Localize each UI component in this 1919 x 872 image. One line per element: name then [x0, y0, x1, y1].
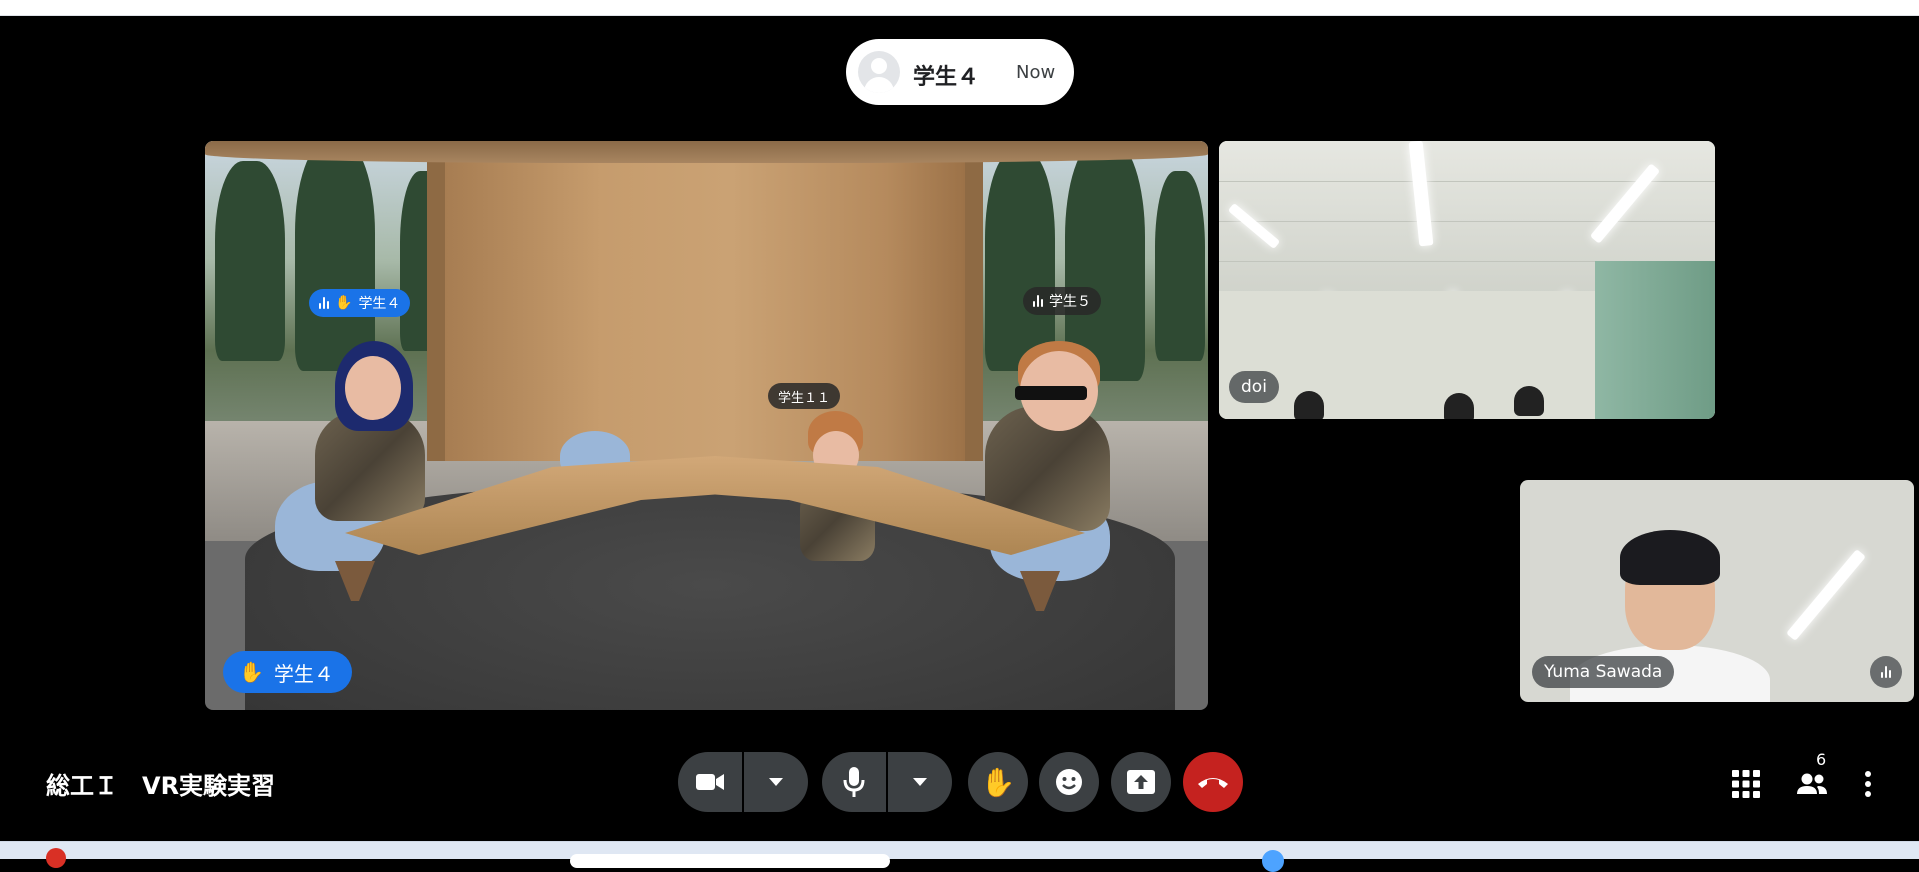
- ceiling-line: [1219, 221, 1715, 222]
- self-name-chip: Yuma Sawada: [1532, 656, 1675, 688]
- hand-icon: ✋: [335, 295, 353, 311]
- active-speaker-name: 学生４: [913, 65, 980, 90]
- camera-options-button[interactable]: [744, 752, 808, 812]
- avatar: [858, 51, 900, 93]
- taskbar-search[interactable]: [570, 854, 890, 868]
- tree-decoration: [295, 141, 375, 371]
- vr-label-name: 学生１１: [778, 390, 831, 406]
- camera-icon: [696, 774, 724, 790]
- mic-icon: [843, 767, 865, 797]
- person-silhouette: [1444, 393, 1474, 419]
- grid-icon: [1732, 770, 1760, 798]
- active-speaker-time: Now: [1016, 62, 1056, 83]
- present-button[interactable]: [1111, 752, 1171, 812]
- notification-icon: [46, 848, 66, 868]
- hand-icon: ✋: [239, 660, 264, 684]
- ceiling-lamp: [1786, 549, 1866, 641]
- mic-button[interactable]: [822, 752, 886, 812]
- vr-label-name: 学生４: [358, 296, 401, 312]
- people-count-badge: 6: [1812, 750, 1831, 769]
- chevron-down-icon: [913, 778, 927, 786]
- vr-label-student5: 学生５: [1023, 287, 1101, 315]
- raised-hand-name: 学生４: [273, 661, 334, 686]
- vr-wooden-wall: [427, 141, 983, 461]
- mic-options-button[interactable]: [888, 752, 952, 812]
- participant-tile-doi[interactable]: doi: [1219, 141, 1715, 419]
- taskbar-app-icon[interactable]: [1262, 850, 1284, 872]
- tree-decoration: [1155, 171, 1205, 361]
- person-silhouette: [1514, 386, 1544, 416]
- raised-hand-badge: ✋ 学生４: [223, 651, 352, 693]
- avatar-student4-head: [345, 356, 401, 420]
- active-speaker-pill: 学生４ Now: [846, 39, 1074, 105]
- audio-level-icon[interactable]: [1870, 656, 1902, 688]
- participant-name-chip: doi: [1229, 371, 1279, 403]
- meeting-title: 総工Ｉ VR実験実習: [46, 772, 276, 800]
- vr-roof-beam: [205, 141, 1208, 163]
- raise-hand-button[interactable]: ✋: [968, 752, 1028, 812]
- people-icon: [1797, 773, 1827, 794]
- vr-label-name: 学生５: [1049, 294, 1091, 310]
- activities-button[interactable]: [1724, 762, 1768, 806]
- more-options-button[interactable]: [1856, 762, 1880, 806]
- vr-label-student11: 学生１１: [768, 383, 841, 409]
- more-vert-icon: [1865, 771, 1871, 797]
- speaking-bars-icon: [1881, 666, 1891, 678]
- room-window: [1595, 261, 1715, 419]
- present-icon: [1127, 770, 1155, 794]
- hangup-icon: [1198, 778, 1228, 788]
- leave-call-button[interactable]: [1183, 752, 1243, 812]
- main-video-tile[interactable]: ✋ 学生４ 学生５ 学生１１ ✋ 学生４: [205, 141, 1208, 710]
- chevron-down-icon: [769, 778, 783, 786]
- person-silhouette: [1294, 391, 1324, 419]
- reactions-button[interactable]: [1039, 752, 1099, 812]
- vr-label-student4: ✋ 学生４: [309, 289, 411, 317]
- emoji-icon: [1056, 769, 1082, 795]
- speaking-bars-icon: [1033, 295, 1043, 307]
- camera-button[interactable]: [678, 752, 742, 812]
- hand-icon: ✋: [980, 765, 1016, 799]
- self-hair: [1620, 530, 1720, 585]
- speaking-bars-icon: [319, 297, 329, 309]
- tree-decoration: [215, 161, 285, 361]
- sunglasses: [1015, 386, 1087, 400]
- tree-decoration: [985, 151, 1055, 371]
- taskbar-strip: [0, 841, 1919, 872]
- self-view-tile[interactable]: Yuma Sawada: [1520, 480, 1914, 702]
- browser-top-strip: [0, 0, 1919, 16]
